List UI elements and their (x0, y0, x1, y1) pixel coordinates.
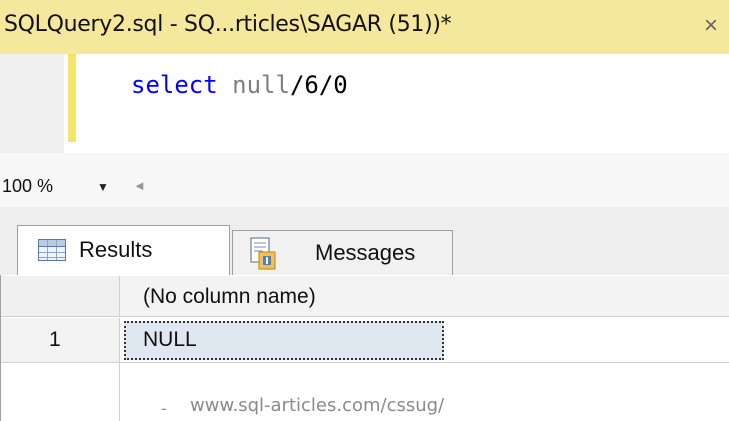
watermark-dash: - (161, 399, 167, 418)
document-tab-title[interactable]: SQLQuery2.sql - SQ...rticles\SAGAR (51))… (4, 12, 452, 37)
row-number: 1 (49, 328, 61, 351)
row-divider (120, 362, 729, 363)
cell-value: NULL (143, 328, 197, 351)
row-header-empty (1, 363, 120, 421)
grid-corner-header[interactable] (1, 276, 120, 317)
tab-results-label: Results (79, 237, 153, 262)
tab-messages[interactable]: Messages (232, 230, 453, 275)
scroll-left-icon[interactable]: ◄ (133, 178, 146, 193)
watermark-url: www.sql-articles.com/cssug/ (190, 395, 445, 416)
zoom-level[interactable]: 100 % (2, 176, 53, 197)
code-keyword: select (131, 71, 218, 99)
messages-icon (250, 237, 276, 270)
editor-margin (0, 54, 64, 153)
chevron-down-icon[interactable]: ▼ (97, 180, 109, 194)
code-expression: /6/0 (289, 71, 348, 99)
zoom-bar (0, 153, 729, 207)
tab-messages-label: Messages (315, 240, 416, 265)
query-editor[interactable] (64, 54, 729, 153)
grid-icon (38, 239, 66, 261)
close-icon[interactable]: × (704, 12, 718, 40)
tab-results[interactable]: Results (17, 225, 230, 275)
change-tracking-bar (68, 54, 76, 142)
code-null-keyword: null (232, 71, 290, 99)
column-header-label: (No column name) (143, 285, 316, 308)
editor-code-line[interactable]: select null/6/0 (131, 71, 348, 99)
